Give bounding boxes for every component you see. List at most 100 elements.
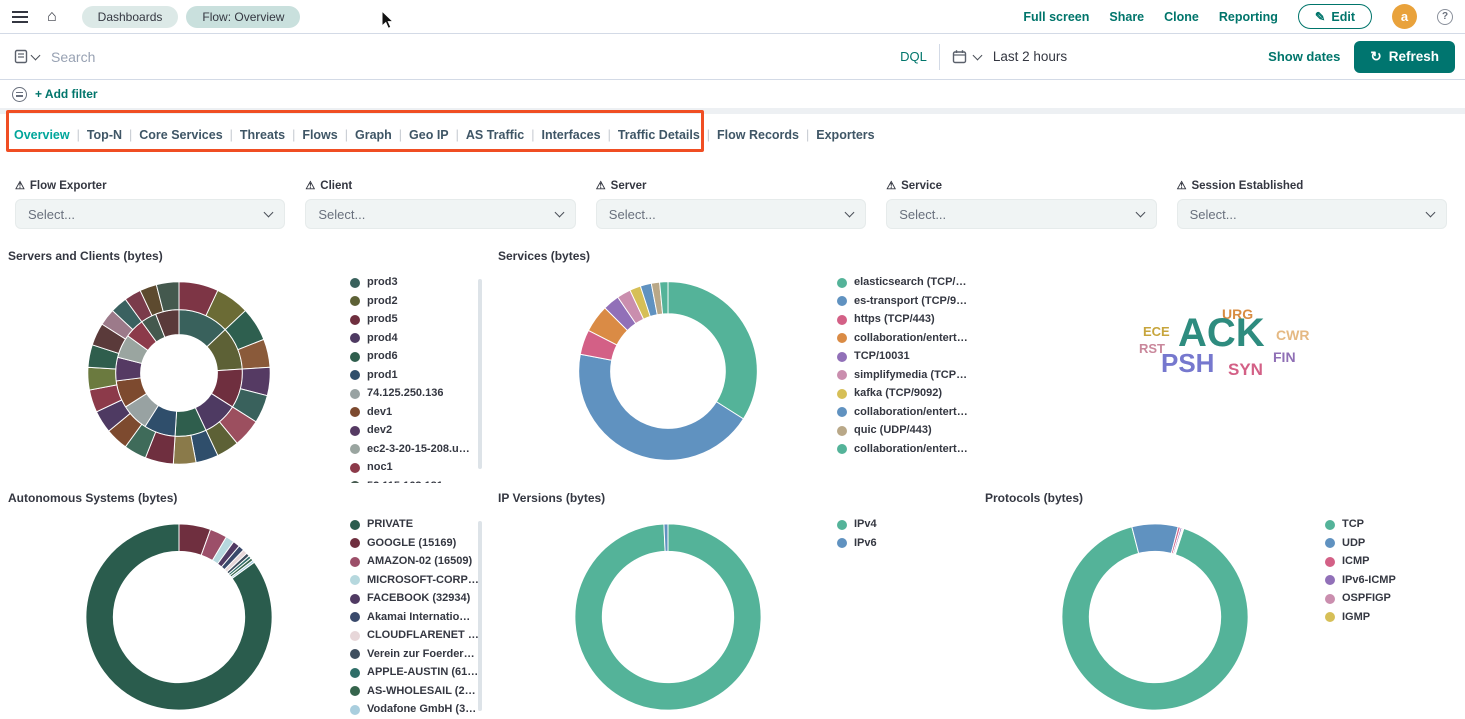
legend-color-dot [837,278,847,288]
legend-item[interactable]: 52.115.163.181 [350,481,482,484]
filter-icon[interactable] [12,87,27,102]
legend-item[interactable]: collaboration/enterta… [837,407,969,418]
legend-item[interactable]: prod6 [350,351,482,362]
legend-item[interactable]: prod1 [350,370,482,381]
legend-item[interactable]: IGMP [1325,612,1457,623]
nav-link-as-traffic[interactable]: AS Traffic [466,128,524,142]
legend-item[interactable]: quic (UDP/443) [837,425,969,436]
nav-link-core-services[interactable]: Core Services [139,128,222,142]
legend-item[interactable]: AMAZON-02 (16509) [350,556,482,567]
clone-link[interactable]: Clone [1164,10,1199,24]
legend-item[interactable]: ICMP [1325,556,1457,567]
legend-item[interactable]: https (TCP/443) [837,314,969,325]
search-input[interactable] [51,49,888,65]
donut-segment[interactable] [663,524,667,552]
tag-cloud-word-syn[interactable]: SYN [1228,361,1263,378]
home-icon[interactable]: ⌂ [40,6,64,28]
legend-item[interactable]: prod2 [350,296,482,307]
legend-item[interactable]: IPv6-ICMP [1325,575,1457,586]
breadcrumb-flow-overview[interactable]: Flow: Overview [186,6,300,28]
legend-item[interactable]: elasticsearch (TCP/92… [837,277,969,288]
legend-item[interactable]: es-transport (TCP/9300) [837,296,969,307]
share-link[interactable]: Share [1109,10,1144,24]
tag-cloud-word-fin[interactable]: FIN [1273,350,1296,364]
menu-hamburger-icon[interactable] [12,11,28,23]
warning-icon: ⚠ [596,181,606,192]
nav-link-top-n[interactable]: Top-N [87,128,122,142]
legend-scrollbar[interactable] [478,279,482,469]
legend-item[interactable]: Verein zur Foerder… [350,649,482,660]
legend-item[interactable]: APPLE-AUSTIN (61… [350,667,482,678]
nav-link-flows[interactable]: Flows [302,128,337,142]
show-dates-link[interactable]: Show dates [1268,49,1340,64]
nav-link-interfaces[interactable]: Interfaces [542,128,601,142]
legend-item[interactable]: IPv4 [837,519,969,530]
legend-item[interactable]: UDP [1325,538,1457,549]
legend-label: 74.125.250.136 [367,388,443,399]
add-filter-button[interactable]: + Add filter [35,87,98,101]
legend-item[interactable]: ec2-3-20-15-208.u… [350,444,482,455]
legend-item[interactable]: kafka (TCP/9092) [837,388,969,399]
full-screen-link[interactable]: Full screen [1023,10,1089,24]
avatar[interactable]: a [1392,4,1417,29]
tag-cloud-word-ece[interactable]: ECE [1143,325,1170,338]
nav-link-flow-records[interactable]: Flow Records [717,128,799,142]
donut-segment[interactable] [668,282,757,419]
legend-item[interactable]: simplifymedia (TCP/8… [837,370,969,381]
legend-item[interactable]: collaboration/enterta… [837,444,969,455]
legend-item[interactable]: FACEBOOK (32934) [350,593,482,604]
legend-item[interactable]: GOOGLE (15169) [350,538,482,549]
reporting-link[interactable]: Reporting [1219,10,1278,24]
legend-item[interactable]: TCP [1325,519,1457,530]
control-select-flow-exporter[interactable]: Select... [15,199,285,229]
legend-item[interactable]: dev1 [350,407,482,418]
legend-item[interactable]: Vodafone GmbH (3… [350,704,482,715]
donut-segment[interactable] [1062,527,1248,710]
chevron-down-icon [31,50,41,60]
legend-item[interactable]: MICROSOFT-CORP-… [350,575,482,586]
donut-segment[interactable] [574,524,760,710]
legend-item[interactable]: IPv6 [837,538,969,549]
protocols-donut [985,505,1325,715]
legend-item[interactable]: noc1 [350,462,482,473]
query-language-toggle[interactable]: DQL [896,49,931,64]
nav-link-threats[interactable]: Threats [240,128,285,142]
legend-item[interactable]: OSPFIGP [1325,593,1457,604]
breadcrumb-dashboards[interactable]: Dashboards [82,6,179,28]
saved-queries-button[interactable] [10,49,43,64]
control-select-client[interactable]: Select... [305,199,575,229]
nav-link-overview[interactable]: Overview [14,128,70,142]
tag-cloud-word-psh[interactable]: PSH [1161,350,1214,376]
legend-item[interactable]: collaboration/enterta… [837,333,969,344]
legend-item[interactable]: Akamai Internatio… [350,612,482,623]
tag-cloud-word-cwr[interactable]: CWR [1276,328,1309,342]
warning-icon: ⚠ [305,181,315,192]
date-picker-button[interactable] [948,49,985,64]
legend-item[interactable]: prod5 [350,314,482,325]
legend-scrollbar[interactable] [478,521,482,711]
legend-item[interactable]: PRIVATE [350,519,482,530]
legend-item[interactable]: AS-WHOLESAIL (2… [350,686,482,697]
legend-item[interactable]: prod4 [350,333,482,344]
legend-item[interactable]: CLOUDFLARENET (… [350,630,482,641]
control-select-session-established[interactable]: Select... [1177,199,1447,229]
donut-segment[interactable] [1132,524,1178,554]
legend-item[interactable]: prod3 [350,277,482,288]
refresh-button[interactable]: ↻ Refresh [1354,41,1455,73]
nav-link-graph[interactable]: Graph [355,128,392,142]
help-icon[interactable]: ? [1437,9,1453,25]
control-select-service[interactable]: Select... [886,199,1156,229]
nav-link-exporters[interactable]: Exporters [816,128,874,142]
legend-item[interactable]: dev2 [350,425,482,436]
tag-cloud-word-ack[interactable]: ACK [1178,313,1265,353]
nav-link-traffic-details[interactable]: Traffic Details [618,128,700,142]
control-select-server[interactable]: Select... [596,199,866,229]
nav-link-geo-ip[interactable]: Geo IP [409,128,449,142]
legend-label: UDP [1342,538,1365,549]
time-range-value[interactable]: Last 2 hours [993,49,1067,64]
edit-button[interactable]: ✎ Edit [1298,4,1372,29]
legend-item[interactable]: 74.125.250.136 [350,388,482,399]
legend-item[interactable]: TCP/10031 [837,351,969,362]
donut-segment[interactable] [578,354,743,460]
control-label: ⚠Service [886,180,1156,192]
